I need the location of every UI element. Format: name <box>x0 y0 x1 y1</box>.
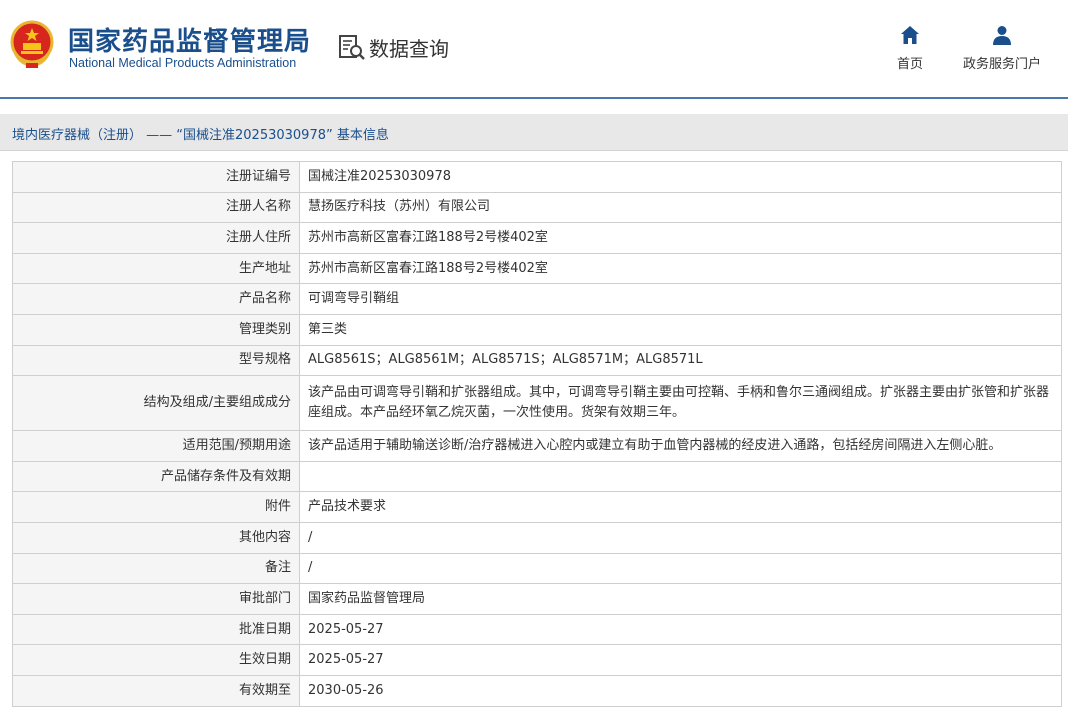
user-icon <box>993 26 1011 45</box>
field-value: 2030-05-26 <box>299 674 1062 707</box>
field-value: 该产品由可调弯导引鞘和扩张器组成。其中，可调弯导引鞘主要由可控鞘、手柄和鲁尔三通… <box>299 375 1062 432</box>
field-label: 审批部门 <box>12 583 300 615</box>
field-label: 其他内容 <box>12 521 300 554</box>
home-icon <box>901 26 919 44</box>
table-row: 注册证编号 国械注准20253030978 <box>12 161 1062 193</box>
table-row: 附件 产品技术要求 <box>12 491 1062 523</box>
nav-home-label: 首页 <box>896 57 923 72</box>
table-row: 型号规格 ALG8561S；ALG8561M；ALG8571S；ALG8571M；… <box>12 344 1062 377</box>
data-query-link[interactable]: 数据查询 <box>337 30 449 64</box>
table-row: 注册人名称 慧扬医疗科技（苏州）有限公司 <box>12 191 1062 224</box>
field-value: 该产品适用于辅助输送诊断/治疗器械进入心腔内或建立有助于血管内器械的经皮进入通路… <box>299 430 1062 462</box>
field-label: 产品名称 <box>12 283 300 315</box>
field-label: 注册证编号 <box>12 161 300 193</box>
field-value: 第三类 <box>299 313 1062 346</box>
header-divider <box>0 97 1068 99</box>
field-value: 国械注准20253030978 <box>299 161 1062 193</box>
field-label: 生产地址 <box>12 252 300 285</box>
table-row: 注册人住所 苏州市高新区富春江路188号2号楼402室 <box>12 222 1062 254</box>
field-value: 可调弯导引鞘组 <box>299 283 1062 315</box>
table-row: 产品名称 可调弯导引鞘组 <box>12 283 1062 315</box>
nav-home[interactable]: 首页 <box>892 24 928 72</box>
table-row: 批准日期 2025-05-27 <box>12 613 1062 646</box>
field-label: 结构及组成/主要组成成分 <box>12 375 300 432</box>
field-value: / <box>299 521 1062 554</box>
data-query-label: 数据查询 <box>369 36 449 61</box>
field-value <box>299 460 1062 493</box>
table-row: 适用范围/预期用途 该产品适用于辅助输送诊断/治疗器械进入心腔内或建立有助于血管内… <box>12 430 1062 462</box>
table-row: 结构及组成/主要组成成分 该产品由可调弯导引鞘和扩张器组成。其中，可调弯导引鞘主要… <box>12 375 1062 432</box>
table-row: 生产地址 苏州市高新区富春江路188号2号楼402室 <box>12 252 1062 285</box>
table-row: 产品储存条件及有效期 <box>12 460 1062 493</box>
nav-gov-service[interactable]: 政务服务门户 <box>958 24 1046 72</box>
field-label: 注册人名称 <box>12 191 300 224</box>
table-row: 其他内容 / <box>12 521 1062 554</box>
field-value: 产品技术要求 <box>299 491 1062 523</box>
site-subtitle: National Medical Products Administration <box>69 56 297 70</box>
field-value: 2025-05-27 <box>299 644 1062 676</box>
field-label: 注册人住所 <box>12 222 300 254</box>
field-value: 苏州市高新区富春江路188号2号楼402室 <box>299 252 1062 285</box>
document-search-icon <box>339 35 365 60</box>
nav-gov-service-label: 政务服务门户 <box>962 57 1041 72</box>
national-emblem-icon <box>10 20 54 68</box>
field-value: ALG8561S；ALG8561M；ALG8571S；ALG8571M；ALG8… <box>299 344 1062 377</box>
detail-table: 注册证编号 国械注准20253030978 注册人名称 慧扬医疗科技（苏州）有限公司注… <box>12 161 1062 707</box>
field-value: 国家药品监督管理局 <box>299 583 1062 615</box>
field-value: 慧扬医疗科技（苏州）有限公司 <box>299 191 1062 224</box>
field-label: 附件 <box>12 491 300 523</box>
site-header: 国家药品监督管理局 National Medical Products Admi… <box>0 0 1068 97</box>
field-label: 产品储存条件及有效期 <box>12 460 300 493</box>
field-value: / <box>299 552 1062 585</box>
field-label: 管理类别 <box>12 313 300 346</box>
field-label: 生效日期 <box>12 644 300 676</box>
field-label: 备注 <box>12 552 300 585</box>
table-row: 有效期至 2030-05-26 <box>12 674 1062 707</box>
breadcrumb: 境内医疗器械（注册） —— “国械注准20253030978” 基本信息 <box>12 128 389 143</box>
table-row: 审批部门 国家药品监督管理局 <box>12 583 1062 615</box>
table-row: 生效日期 2025-05-27 <box>12 644 1062 676</box>
field-label: 有效期至 <box>12 674 300 707</box>
field-value: 苏州市高新区富春江路188号2号楼402室 <box>299 222 1062 254</box>
field-label: 型号规格 <box>12 344 300 377</box>
site-title[interactable]: 国家药品监督管理局 <box>68 21 311 58</box>
table-row: 管理类别 第三类 <box>12 313 1062 346</box>
field-value: 2025-05-27 <box>299 613 1062 646</box>
field-label: 适用范围/预期用途 <box>12 430 300 462</box>
breadcrumb-bar: 境内医疗器械（注册） —— “国械注准20253030978” 基本信息 <box>0 114 1068 151</box>
field-label: 批准日期 <box>12 613 300 646</box>
table-row: 备注 / <box>12 552 1062 585</box>
